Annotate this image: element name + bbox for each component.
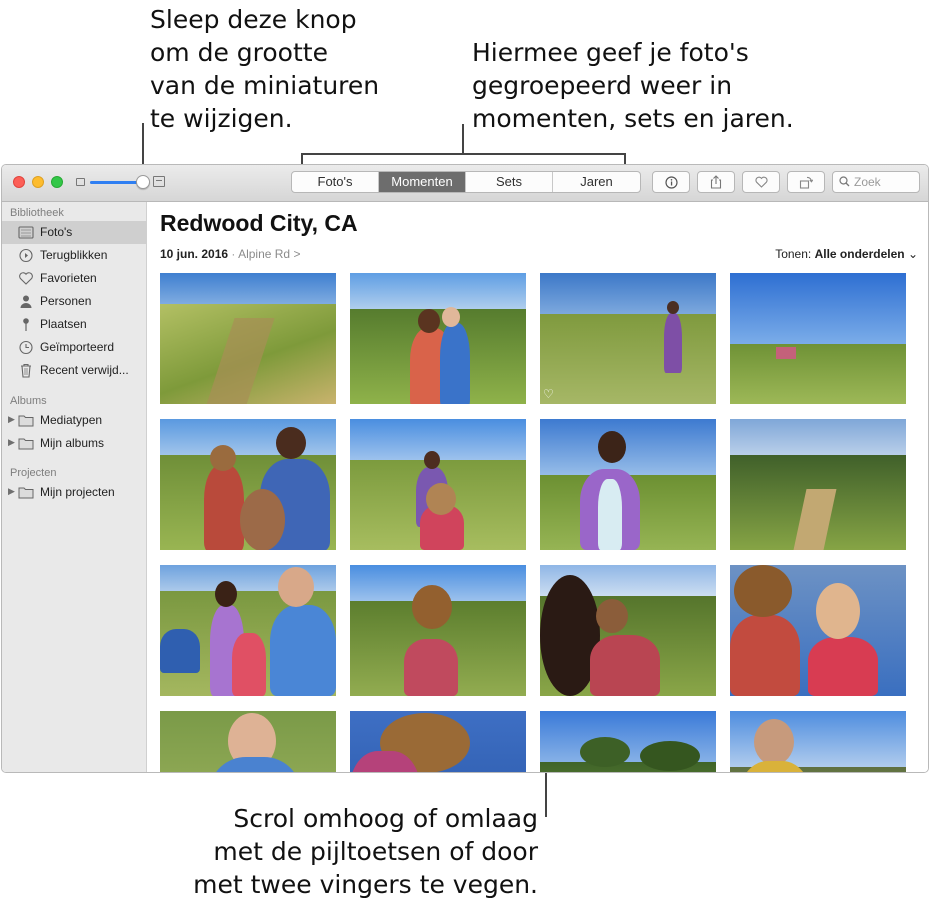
sidebar-item-label: Plaatsen — [40, 317, 87, 331]
rotate-icon — [799, 176, 813, 189]
folder-icon — [18, 487, 34, 499]
photo-thumbnail[interactable] — [350, 273, 526, 404]
callout-bracket — [301, 153, 626, 155]
library-header: Bibliotheek — [10, 207, 64, 219]
sidebar: Bibliotheek Foto's Terugblikken Favoriet… — [2, 202, 147, 772]
sidebar-item-label: Terugblikken — [40, 248, 108, 262]
photo-thumbnail[interactable] — [730, 419, 906, 550]
sidebar-item-photos[interactable]: Foto's — [2, 221, 147, 244]
sidebar-item-label: Foto's — [40, 225, 73, 239]
segment-collections[interactable]: Sets — [466, 172, 553, 192]
callout-view-segments: Hiermee geef je foto's gegroepeerd weer … — [472, 38, 794, 133]
small-thumbnail-icon — [76, 178, 85, 186]
heart-icon — [754, 176, 768, 188]
slider-knob[interactable] — [136, 175, 150, 189]
sidebar-item-my-projects[interactable]: ▶ Mijn projecten — [2, 481, 147, 504]
folder-icon — [18, 415, 34, 427]
separator: · — [231, 247, 236, 261]
moment-location-link[interactable]: Alpine Rd — [238, 247, 290, 261]
sidebar-item-people[interactable]: Personen — [2, 290, 147, 313]
photo-thumbnail[interactable] — [160, 711, 336, 772]
photo-thumbnail[interactable] — [540, 419, 716, 550]
info-button[interactable] — [652, 171, 690, 193]
close-button[interactable] — [13, 176, 25, 188]
callout-scroll: Scrol omhoog of omlaag met de pijltoetse… — [193, 804, 538, 899]
sidebar-item-imported[interactable]: Geïmporteerd — [2, 336, 147, 359]
photos-icon — [18, 226, 34, 239]
zoom-button[interactable] — [51, 176, 63, 188]
sidebar-item-my-albums[interactable]: ▶ Mijn albums — [2, 432, 147, 455]
moment-subheader: 10 jun. 2016 · Alpine Rd > — [160, 247, 300, 261]
photo-thumbnail[interactable] — [350, 419, 526, 550]
sidebar-item-media-types[interactable]: ▶ Mediatypen — [2, 409, 147, 432]
photo-thumbnail[interactable] — [160, 565, 336, 696]
favorite-button[interactable] — [742, 171, 780, 193]
segment-years[interactable]: Jaren — [553, 172, 640, 192]
photo-thumbnail[interactable] — [160, 419, 336, 550]
disclosure-triangle-icon[interactable]: ▶ — [8, 481, 15, 504]
view-segmented-control: Foto's Momenten Sets Jaren — [291, 171, 641, 193]
photo-thumbnail[interactable] — [730, 711, 906, 772]
show-label: Tonen: — [775, 247, 812, 261]
clock-icon — [19, 340, 33, 355]
heart-icon — [19, 272, 33, 285]
folder-icon — [18, 438, 34, 450]
memories-icon — [19, 248, 33, 263]
person-icon — [20, 295, 32, 308]
sidebar-item-label: Favorieten — [40, 271, 97, 285]
segment-moments[interactable]: Momenten — [379, 172, 466, 192]
sidebar-item-label: Mediatypen — [40, 413, 103, 427]
show-filter[interactable]: Tonen: Alle onderdelen ⌄ — [775, 247, 918, 261]
large-thumbnail-icon — [153, 176, 165, 187]
sidebar-item-label: Personen — [40, 294, 92, 308]
search-placeholder: Zoek — [854, 175, 881, 189]
moment-date: 10 jun. 2016 — [160, 247, 229, 261]
photo-thumbnail[interactable] — [730, 565, 906, 696]
photo-thumbnail[interactable] — [730, 273, 906, 404]
trash-icon — [21, 363, 31, 378]
disclosure-triangle-icon[interactable]: ▶ — [8, 432, 15, 455]
chevron-right-icon[interactable]: > — [293, 247, 300, 261]
sidebar-item-places[interactable]: Plaatsen — [2, 313, 147, 336]
moments-view[interactable]: Redwood City, CA 10 jun. 2016 · Alpine R… — [148, 202, 928, 772]
sidebar-item-favorites[interactable]: Favorieten — [2, 267, 147, 290]
photo-thumbnail[interactable] — [350, 565, 526, 696]
toolbar: Foto's Momenten Sets Jaren Zoek — [2, 165, 928, 202]
sidebar-item-memories[interactable]: Terugblikken — [2, 244, 147, 267]
albums-header: Albums — [10, 395, 47, 407]
share-icon — [710, 175, 722, 189]
favorite-badge-icon: ♡ — [543, 387, 554, 401]
sidebar-item-label: Recent verwijd... — [40, 363, 129, 377]
chevron-down-icon: ⌄ — [907, 247, 918, 261]
photo-thumbnail[interactable] — [160, 273, 336, 404]
photo-thumbnail[interactable] — [540, 565, 716, 696]
segment-photos[interactable]: Foto's — [292, 172, 379, 192]
page-title: Redwood City, CA — [160, 210, 358, 236]
projects-header: Projecten — [10, 467, 57, 479]
callout-line — [462, 124, 464, 154]
photo-thumbnail[interactable]: ♡ — [540, 273, 716, 404]
disclosure-triangle-icon[interactable]: ▶ — [8, 409, 15, 432]
sidebar-item-label: Geïmporteerd — [40, 340, 115, 354]
sidebar-item-label: Mijn albums — [40, 436, 105, 450]
sidebar-item-recently-deleted[interactable]: Recent verwijd... — [2, 359, 147, 382]
photo-thumbnail[interactable] — [350, 711, 526, 772]
photos-window: Foto's Momenten Sets Jaren Zoek Biblioth… — [1, 164, 929, 773]
sidebar-item-label: Mijn projecten — [40, 485, 115, 499]
minimize-button[interactable] — [32, 176, 44, 188]
slider-fill — [90, 181, 141, 184]
search-icon — [839, 176, 850, 187]
pin-icon — [23, 318, 29, 331]
rotate-button[interactable] — [787, 171, 825, 193]
show-value: Alle onderdelen — [814, 247, 905, 261]
photo-thumbnail[interactable] — [540, 711, 716, 772]
callout-thumbnail-slider: Sleep deze knop om de grootte van de min… — [150, 5, 380, 133]
info-icon — [664, 175, 678, 189]
share-button[interactable] — [697, 171, 735, 193]
search-field[interactable]: Zoek — [832, 171, 920, 193]
